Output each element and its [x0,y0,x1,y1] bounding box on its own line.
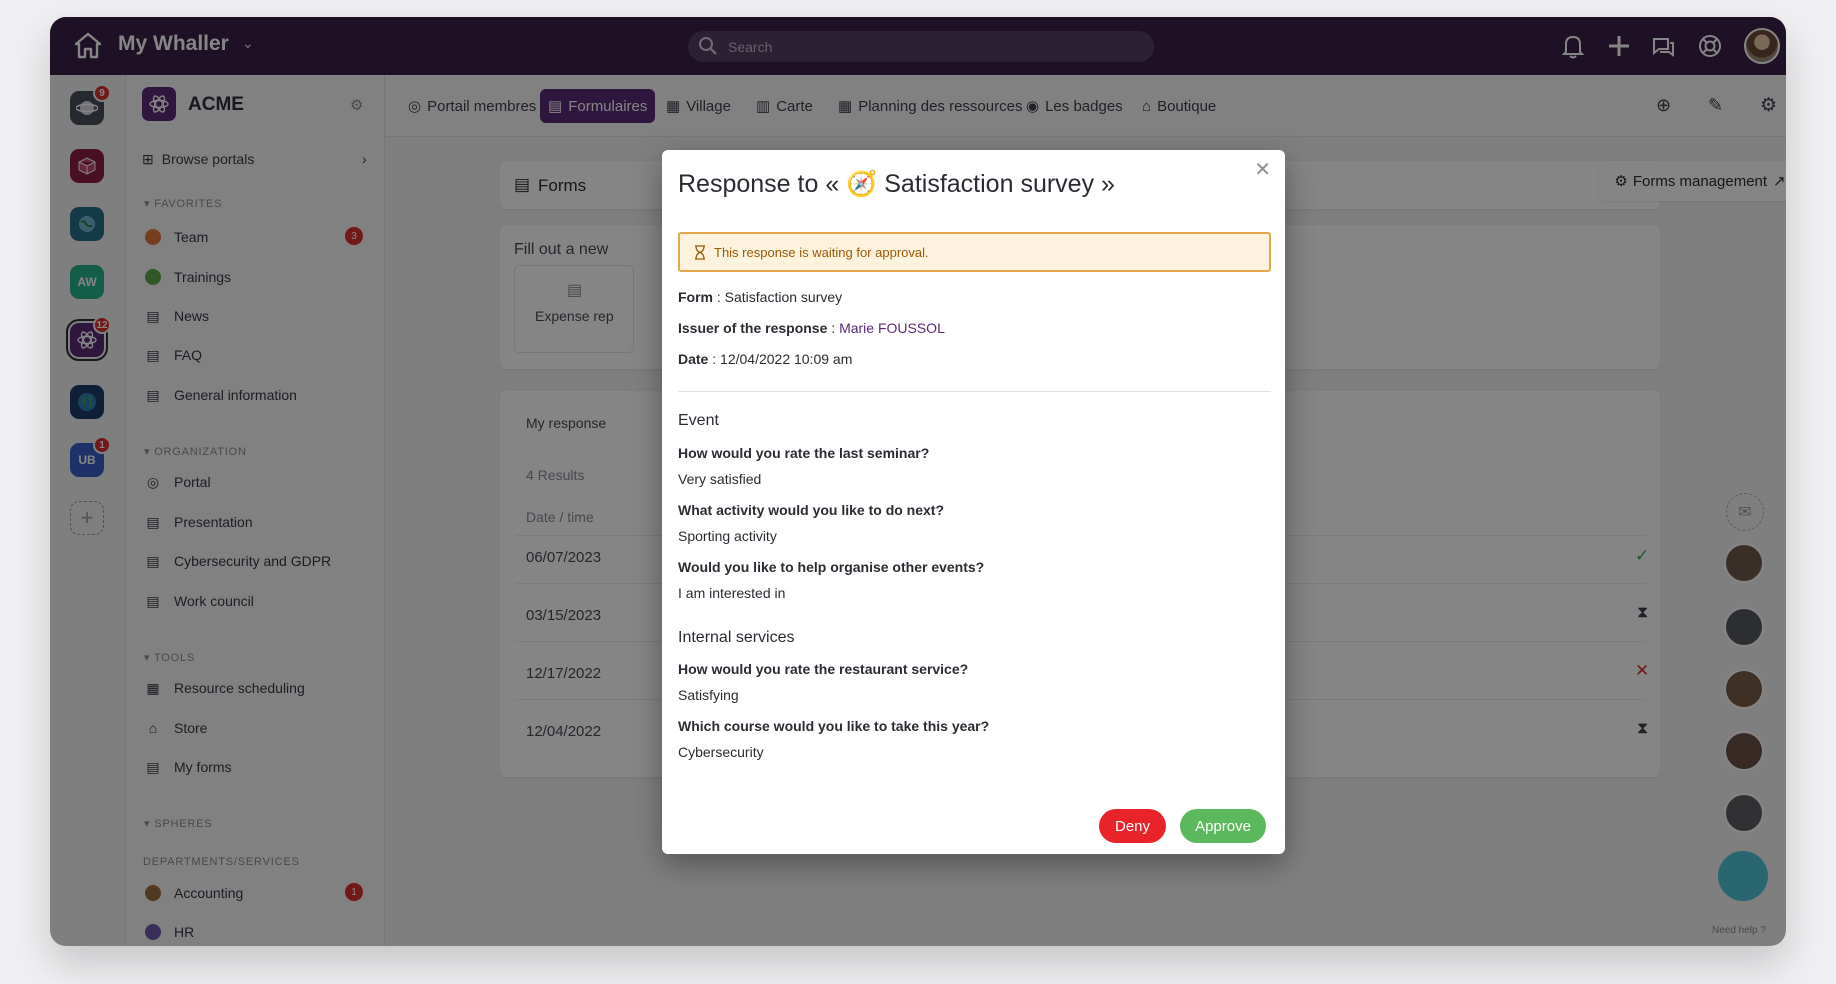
compass-emoji-icon: 🧭 [846,170,878,198]
date-value: 12/04/2022 10:09 am [720,351,853,367]
title-form-name: Satisfaction survey » [877,170,1115,198]
approve-button[interactable]: Approve [1180,809,1266,843]
alert-text: This response is waiting for approval. [714,244,929,260]
deny-button[interactable]: Deny [1099,809,1166,843]
answer: Sporting activity [678,528,777,544]
close-icon[interactable]: ✕ [1254,160,1271,180]
form-label: Form [678,289,713,305]
date-label: Date [678,351,709,367]
answer: Cybersecurity [678,744,764,760]
app-window: My Whaller ⌄ Search 9 AW 12 UB 1 + ACME … [50,17,1786,946]
issuer-link[interactable]: Marie FOUSSOL [839,320,945,336]
section-title: Event [678,412,719,429]
question: How would you rate the last seminar? [678,445,930,461]
pending-approval-alert: This response is waiting for approval. [678,232,1271,272]
question: What activity would you like to do next? [678,502,945,518]
answer: Very satisfied [678,471,762,487]
divider [678,391,1271,392]
question: How would you rate the restaurant servic… [678,661,969,677]
response-modal: Response to « 🧭 Satisfaction survey » ✕ … [662,150,1285,854]
issuer-row: Issuer of the response : Marie FOUSSOL [678,320,945,336]
form-value: Satisfaction survey [724,289,843,305]
modal-title: Response to « 🧭 Satisfaction survey » [678,170,1115,199]
answer: Satisfying [678,687,739,703]
issuer-label: Issuer of the response [678,320,828,336]
answer: I am interested in [678,585,786,601]
date-row: Date : 12/04/2022 10:09 am [678,351,853,367]
question: Would you like to help organise other ev… [678,559,985,575]
question: Which course would you like to take this… [678,718,990,734]
section-title: Internal services [678,629,795,646]
form-row: Form : Satisfaction survey [678,289,843,305]
title-prefix: Response to « [678,170,847,198]
hourglass-icon [695,244,705,260]
